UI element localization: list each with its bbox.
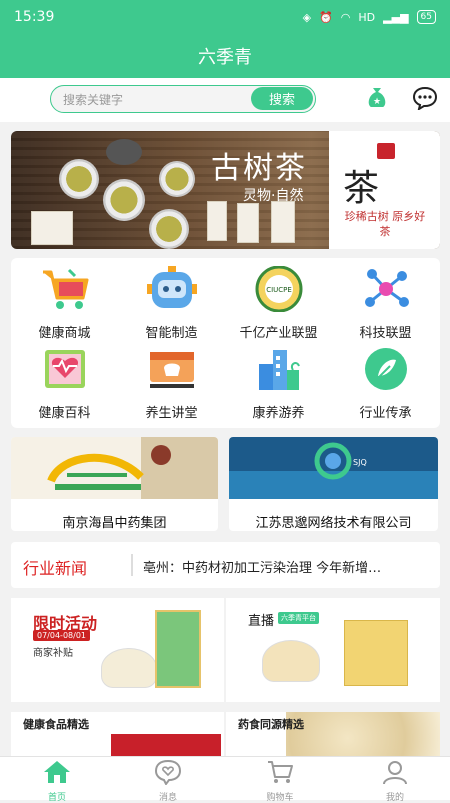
live-stream-card[interactable]: 直播 六季青平台 bbox=[226, 598, 440, 702]
feature-label: 健康食品精选 bbox=[23, 718, 89, 731]
product-bag-image bbox=[207, 201, 227, 241]
tab-messages[interactable]: 消息 bbox=[123, 759, 213, 803]
building-icon bbox=[258, 350, 300, 390]
grid-label: 康养游养 bbox=[252, 406, 305, 421]
product-bag-image bbox=[271, 201, 295, 243]
signal-icon: ▂▄▆ bbox=[383, 10, 409, 24]
grid-label: 科技联盟 bbox=[359, 326, 412, 341]
tab-label: 我的 bbox=[385, 793, 404, 803]
grid-item-wellness-travel[interactable]: 康养游养 bbox=[225, 346, 332, 421]
robot-icon bbox=[146, 266, 197, 308]
grid-item-tech-alliance[interactable]: 科技联盟 bbox=[332, 266, 439, 341]
product-box-image bbox=[344, 620, 408, 686]
leaf-logo-icon bbox=[364, 348, 407, 390]
tab-label: 消息 bbox=[158, 793, 177, 803]
tea-cup-image bbox=[103, 179, 145, 221]
feature-label: 药食同源精选 bbox=[238, 718, 304, 731]
video-board-icon bbox=[149, 352, 194, 388]
feature-card-health-food[interactable]: 健康食品精选 bbox=[11, 712, 224, 756]
grid-label: 智能制造 bbox=[145, 326, 198, 341]
svg-text:CIUCPE: CIUCPE bbox=[266, 286, 292, 294]
promo-date: 07/04-08/01 bbox=[33, 630, 90, 641]
page-title: 六季青 bbox=[0, 34, 450, 78]
banner-title: 古树茶 bbox=[211, 151, 307, 186]
alliance-badge-icon: CIUCPE bbox=[255, 265, 302, 313]
mortar-image bbox=[106, 139, 142, 165]
status-bar: 15:39 ◈ ⏰ ◠ HD ▂▄▆ 65 bbox=[0, 0, 450, 34]
chat-icon[interactable] bbox=[412, 86, 438, 110]
tea-cup-image bbox=[59, 159, 99, 199]
feature-card-medicine-food[interactable]: 药食同源精选 bbox=[226, 712, 440, 756]
product-bag-image bbox=[237, 203, 259, 243]
bottom-tab-bar: 首页 消息 购物车 我的 bbox=[0, 756, 450, 803]
search-placeholder: 搜索关键字 bbox=[63, 93, 124, 107]
message-heart-icon bbox=[154, 759, 182, 786]
grid-item-smart-manufacturing[interactable]: 智能制造 bbox=[118, 266, 225, 341]
tea-cup-image bbox=[149, 209, 189, 249]
company-logo-image bbox=[11, 437, 218, 499]
company-card[interactable]: SJQ 江苏思邈网络技术有限公司 bbox=[229, 437, 438, 531]
home-icon bbox=[44, 761, 70, 783]
user-icon bbox=[383, 761, 407, 785]
book-heart-icon bbox=[44, 350, 85, 388]
company-logo-image: SJQ bbox=[229, 437, 438, 499]
live-label: 直播 bbox=[248, 614, 275, 629]
status-time: 15:39 bbox=[14, 9, 55, 25]
company-label: 江苏思邈网络技术有限公司 bbox=[255, 516, 412, 531]
product-image bbox=[111, 734, 221, 756]
svg-text:★: ★ bbox=[373, 97, 381, 107]
tab-profile[interactable]: 我的 bbox=[350, 759, 440, 803]
wifi-icon: ◠ bbox=[340, 10, 351, 24]
grid-item-industry-heritage[interactable]: 行业传承 bbox=[332, 346, 439, 421]
news-tag: 行业新闻 bbox=[23, 559, 88, 578]
promo-subsidy: 商家补贴 bbox=[33, 648, 73, 659]
nfc-icon: ◈ bbox=[302, 10, 312, 24]
product-box-image bbox=[31, 211, 73, 245]
grid-item-health-wiki[interactable]: 健康百科 bbox=[11, 346, 118, 421]
banner-side-char: 茶 bbox=[343, 168, 380, 209]
grid-item-health-mall[interactable]: 健康商城 bbox=[11, 266, 118, 341]
tea-glass-image bbox=[262, 640, 320, 682]
live-tag: 六季青平台 bbox=[278, 612, 319, 624]
search-button[interactable]: 搜索 bbox=[251, 87, 313, 110]
tab-label: 购物车 bbox=[266, 793, 294, 803]
alarm-icon: ⏰ bbox=[319, 10, 333, 24]
grid-label: 健康商城 bbox=[38, 326, 91, 341]
product-box-image bbox=[155, 610, 201, 688]
molecule-icon bbox=[364, 269, 409, 307]
herb-slices-image bbox=[286, 712, 440, 756]
promo-banner[interactable]: 古树茶 灵物·自然 茶 珍稀古树 原乡好茶 bbox=[11, 131, 440, 249]
grid-label: 健康百科 bbox=[38, 406, 91, 421]
banner-side-text: 珍稀古树 原乡好茶 bbox=[344, 210, 426, 238]
industry-news-bar[interactable]: 行业新闻 亳州：中药材初加工污染治理 今年新增… bbox=[11, 542, 440, 588]
grid-label: 行业传承 bbox=[359, 406, 412, 421]
tab-home[interactable]: 首页 bbox=[12, 759, 102, 803]
network-label: HD bbox=[358, 10, 376, 24]
grid-label: 养生讲堂 bbox=[145, 406, 198, 421]
svg-text:SJQ: SJQ bbox=[353, 458, 367, 467]
company-label: 南京海昌中药集团 bbox=[62, 516, 167, 531]
money-bag-icon[interactable]: ★ bbox=[366, 84, 388, 108]
cart-icon bbox=[268, 761, 293, 783]
banner-subtitle: 灵物·自然 bbox=[243, 188, 304, 204]
news-headline[interactable]: 亳州：中药材初加工污染治理 今年新增… bbox=[143, 557, 433, 576]
seal-icon bbox=[377, 143, 395, 159]
search-input[interactable]: 搜索关键字 搜索 bbox=[50, 85, 316, 113]
company-card[interactable]: 南京海昌中药集团 bbox=[11, 437, 218, 531]
grid-label: 千亿产业联盟 bbox=[239, 326, 318, 341]
battery-icon: 65 bbox=[416, 10, 436, 24]
category-grid: 健康商城 智能制造 CIUCPE 千亿产业联盟 科技联盟 健康百科 养生讲堂 康… bbox=[11, 258, 440, 428]
tea-cup-image bbox=[159, 161, 195, 197]
shopping-cart-icon bbox=[42, 268, 88, 309]
tab-cart[interactable]: 购物车 bbox=[235, 759, 325, 803]
grid-item-wellness-lecture[interactable]: 养生讲堂 bbox=[118, 346, 225, 421]
limited-offer-card[interactable]: 限时活动 07/04-08/01 商家补贴 bbox=[11, 598, 224, 702]
grid-item-industry-alliance[interactable]: CIUCPE 千亿产业联盟 bbox=[225, 265, 332, 341]
tea-glass-image bbox=[101, 648, 157, 688]
tab-label: 首页 bbox=[47, 793, 66, 803]
